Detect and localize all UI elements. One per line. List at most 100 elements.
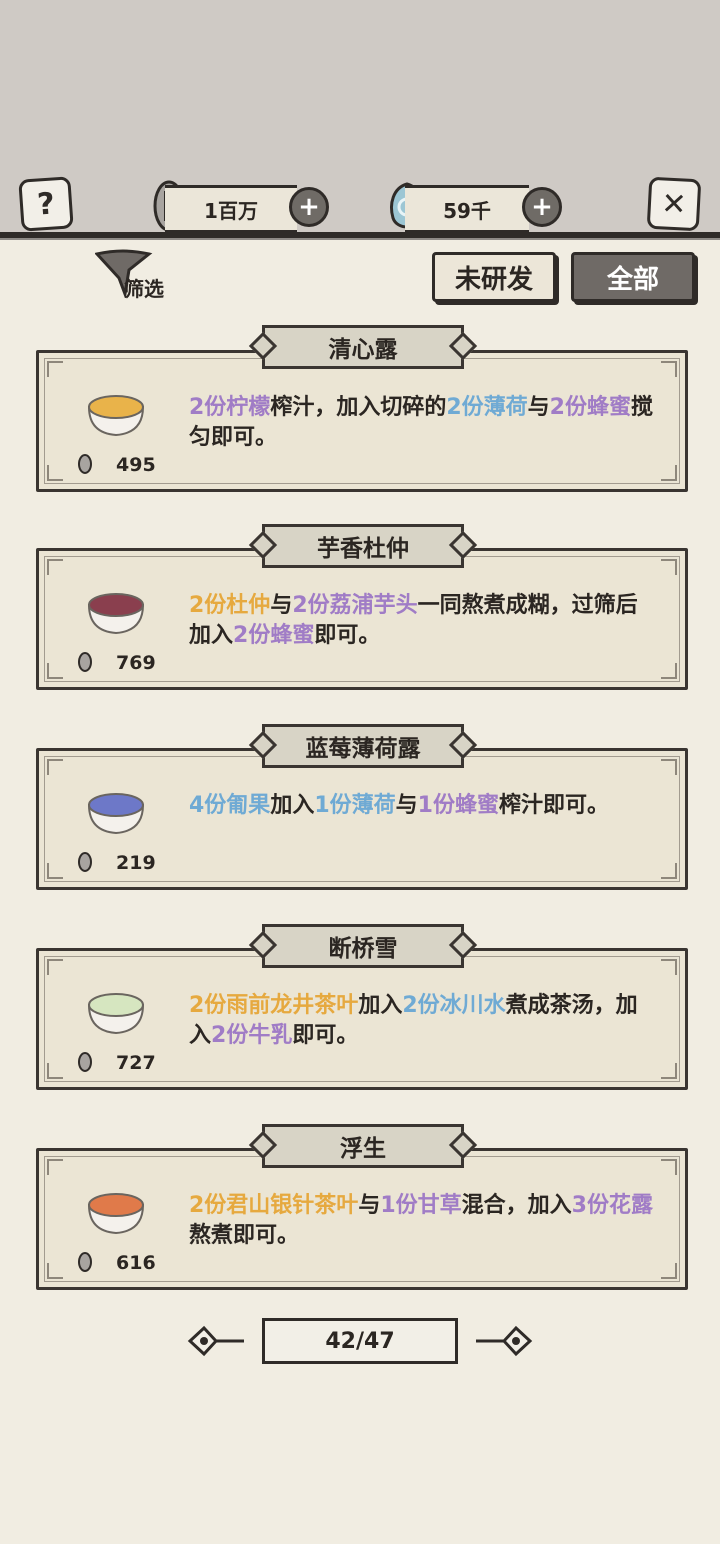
ingredient-text: 2份冰川水 — [402, 993, 506, 1018]
card-corner-ornament — [47, 1263, 63, 1279]
recipe-card[interactable]: 769 2份杜仲与2份荔浦芋头一同熬煮成糊，过筛后加入2份蜂蜜即可。 — [36, 548, 688, 690]
card-corner-ornament — [661, 863, 677, 879]
plus-icon: + — [298, 192, 320, 222]
card-corner-ornament — [661, 759, 677, 775]
prev-page-arrow-icon[interactable] — [186, 1318, 246, 1364]
close-button[interactable]: ✕ — [646, 176, 702, 232]
ingredient-text: 3份花露 — [571, 1193, 653, 1218]
card-corner-ornament — [47, 759, 63, 775]
recipe-description: 2份君山银针茶叶与1份甘草混合，加入3份花露熬煮即可。 — [189, 1191, 659, 1251]
recipe-description: 2份柠檬榨汁，加入切碎的2份薄荷与2份蜂蜜搅匀即可。 — [189, 393, 659, 453]
recipe-title: 断桥雪 — [262, 924, 464, 968]
dish-bowl-icon — [87, 395, 145, 437]
recipe-text: 加入 — [358, 993, 403, 1018]
tab-all-label: 全部 — [606, 264, 659, 295]
recipe-text: 即可。 — [314, 623, 381, 648]
ingredient-text: 2份蜂蜜 — [549, 395, 631, 420]
card-corner-ornament — [661, 361, 677, 377]
recipe-text: 混合，加入 — [461, 1193, 572, 1218]
recipe-card[interactable]: 219 4份匍果加入1份薄荷与1份蜂蜜榨汁即可。 — [36, 748, 688, 890]
recipe-text: 加入 — [270, 793, 315, 818]
plus-icon: + — [531, 192, 553, 222]
question-icon: ? — [36, 185, 56, 223]
filter-label[interactable]: 筛选 — [124, 273, 164, 302]
card-corner-ornament — [47, 361, 63, 377]
recipe-text: 与 — [395, 793, 418, 818]
recipe-price: 616 — [116, 1252, 156, 1274]
ingredient-text: 2份牛乳 — [211, 1023, 293, 1048]
ingredient-text: 2份杜仲 — [189, 593, 271, 618]
dish-bowl-icon — [87, 793, 145, 835]
recipe-description: 2份杜仲与2份荔浦芋头一同熬煮成糊，过筛后加入2份蜂蜜即可。 — [189, 591, 659, 651]
card-corner-ornament — [661, 1263, 677, 1279]
recipe-price: 219 — [116, 852, 156, 874]
dish-bowl-icon — [87, 993, 145, 1035]
recipe-title: 浮生 — [262, 1124, 464, 1168]
recipe-text: 与 — [270, 593, 293, 618]
add-gems-button[interactable]: + — [522, 187, 562, 227]
top-banner — [0, 0, 720, 238]
recipe-text: 与 — [358, 1193, 381, 1218]
recipe-title: 清心露 — [262, 325, 464, 369]
recipe-text: 即可。 — [292, 1023, 359, 1048]
card-corner-ornament — [661, 559, 677, 575]
card-corner-ornament — [47, 959, 63, 975]
price-coin-icon — [78, 652, 92, 672]
price-coin-icon — [78, 852, 92, 872]
recipe-price: 495 — [116, 454, 156, 476]
recipe-description: 2份雨前龙井茶叶加入2份冰川水煮成茶汤，加入2份牛乳即可。 — [189, 991, 659, 1051]
recipe-title: 蓝莓薄荷露 — [262, 724, 464, 768]
card-corner-ornament — [661, 1159, 677, 1175]
page-number: 42/47 — [325, 1328, 395, 1354]
recipe-card[interactable]: 727 2份雨前龙井茶叶加入2份冰川水煮成茶汤，加入2份牛乳即可。 — [36, 948, 688, 1090]
recipe-price: 769 — [116, 652, 156, 674]
tab-all[interactable]: 全部 — [571, 252, 695, 302]
ingredient-text: 4份匍果 — [189, 793, 271, 818]
price-coin-icon — [78, 1252, 92, 1272]
coin-amount: 1百万 — [204, 198, 258, 223]
card-corner-ornament — [661, 1063, 677, 1079]
next-page-arrow-icon[interactable] — [474, 1318, 534, 1364]
tab-undeveloped-label: 未研发 — [454, 264, 533, 295]
ingredient-text: 2份蜂蜜 — [233, 623, 315, 648]
dish-bowl-icon — [87, 593, 145, 635]
recipe-card[interactable]: 616 2份君山银针茶叶与1份甘草混合，加入3份花露熬煮即可。 — [36, 1148, 688, 1290]
coin-balance: 1百万 — [165, 185, 297, 233]
recipe-price: 727 — [116, 1052, 156, 1074]
card-corner-ornament — [47, 559, 63, 575]
ingredient-text: 2份柠檬 — [189, 395, 271, 420]
help-button[interactable]: ? — [18, 176, 74, 232]
gem-amount: 59千 — [443, 198, 491, 223]
card-corner-ornament — [47, 863, 63, 879]
price-coin-icon — [78, 454, 92, 474]
tab-undeveloped[interactable]: 未研发 — [432, 252, 556, 302]
card-corner-ornament — [47, 465, 63, 481]
header-divider-shadow — [0, 238, 720, 240]
ingredient-text: 2份雨前龙井茶叶 — [189, 993, 359, 1018]
recipe-description: 4份匍果加入1份薄荷与1份蜂蜜榨汁即可。 — [189, 791, 659, 821]
card-corner-ornament — [661, 465, 677, 481]
dish-bowl-icon — [87, 1193, 145, 1235]
card-corner-ornament — [47, 1159, 63, 1175]
recipe-text: 榨汁即可。 — [498, 793, 609, 818]
card-corner-ornament — [47, 1063, 63, 1079]
ingredient-text: 2份薄荷 — [446, 395, 528, 420]
ingredient-text: 2份荔浦芋头 — [292, 593, 418, 618]
add-coins-button[interactable]: + — [289, 187, 329, 227]
recipe-card[interactable]: 495 2份柠檬榨汁，加入切碎的2份薄荷与2份蜂蜜搅匀即可。 — [36, 350, 688, 492]
recipe-text: 熬煮即可。 — [189, 1223, 300, 1248]
card-corner-ornament — [661, 959, 677, 975]
recipe-title: 芋香杜仲 — [262, 524, 464, 568]
page-indicator: 42/47 — [262, 1318, 458, 1364]
card-corner-ornament — [47, 663, 63, 679]
ingredient-text: 2份君山银针茶叶 — [189, 1193, 359, 1218]
close-icon: ✕ — [660, 185, 688, 223]
recipe-text: 榨汁，加入切碎的 — [270, 395, 447, 420]
ingredient-text: 1份蜂蜜 — [417, 793, 499, 818]
recipe-text: 与 — [527, 395, 550, 420]
price-coin-icon — [78, 1052, 92, 1072]
ingredient-text: 1份甘草 — [380, 1193, 462, 1218]
gem-balance: 59千 — [405, 185, 529, 233]
ingredient-text: 1份薄荷 — [314, 793, 396, 818]
card-corner-ornament — [661, 663, 677, 679]
